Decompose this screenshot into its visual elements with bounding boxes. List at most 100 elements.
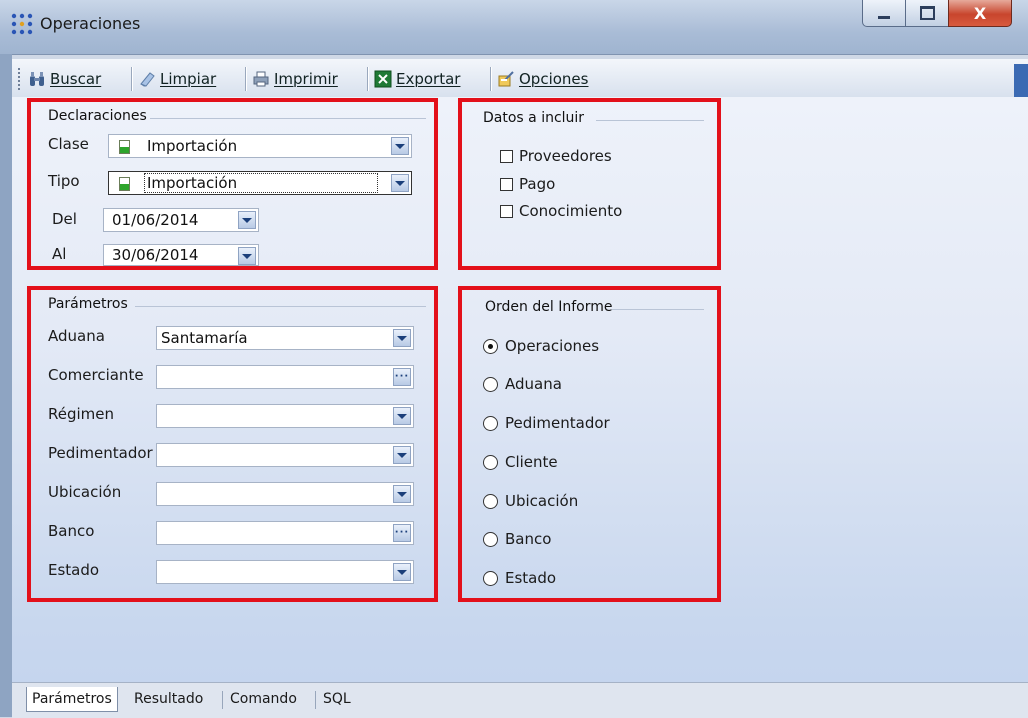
del-label: Del <box>52 210 77 228</box>
radio-unselected <box>483 376 498 392</box>
tipo-combobox[interactable]: Importación <box>108 171 412 195</box>
maximize-button[interactable] <box>905 0 949 27</box>
orden-ubicacion-label: Ubicación <box>505 492 579 510</box>
toolbar-separator <box>245 67 247 91</box>
declaraciones-title: Declaraciones <box>48 108 147 124</box>
comerciante-field[interactable]: ··· <box>156 365 414 389</box>
clase-label: Clase <box>48 135 89 153</box>
al-date-picker[interactable]: 30/06/2014 <box>103 244 259 266</box>
del-date-picker[interactable]: 01/06/2014 <box>103 208 259 232</box>
del-dropdown-button[interactable] <box>238 211 256 229</box>
export-button[interactable]: Exportar <box>374 68 460 90</box>
aduana-combobox[interactable]: Santamaría <box>156 326 414 350</box>
pago-checkbox[interactable]: Pago <box>500 175 555 193</box>
comerciante-label: Comerciante <box>48 366 144 384</box>
toolbar-separator <box>490 67 492 91</box>
orden-estado-label: Estado <box>505 569 557 587</box>
orden-aduana-label: Aduana <box>505 375 562 393</box>
regimen-dropdown-button[interactable] <box>393 407 411 425</box>
tipo-dropdown-button[interactable] <box>391 174 409 192</box>
chevron-down-icon <box>397 569 407 575</box>
tab-comando[interactable]: Comando <box>225 687 302 711</box>
ubicacion-combobox[interactable] <box>156 482 414 506</box>
orden-informe-title: Orden del Informe <box>485 299 613 315</box>
tab-resultado-label: Resultado <box>134 691 204 707</box>
clear-button[interactable]: Limpiar <box>138 68 216 90</box>
banco-field[interactable]: ··· <box>156 521 414 545</box>
regimen-label: Régimen <box>48 405 115 423</box>
group-divider <box>612 309 704 310</box>
excel-icon <box>374 70 392 88</box>
comerciante-browse-button[interactable]: ··· <box>393 368 411 386</box>
tab-resultado[interactable]: Resultado <box>129 687 208 711</box>
group-divider <box>135 306 426 307</box>
minimize-button[interactable] <box>862 0 906 27</box>
toolbar-separator <box>131 67 133 91</box>
maximize-icon <box>919 6 935 20</box>
app-grid-icon <box>11 13 33 35</box>
orden-estado-radio[interactable]: Estado <box>483 569 556 587</box>
radio-unselected <box>483 415 498 431</box>
al-value: 30/06/2014 <box>112 246 199 264</box>
toolbar-grip[interactable] <box>18 68 23 90</box>
orden-ubicacion-radio[interactable]: Ubicación <box>483 492 578 510</box>
banco-browse-button[interactable]: ··· <box>393 524 411 542</box>
bottom-tab-bar: Parámetros Resultado Comando SQL <box>12 682 1028 718</box>
orden-pedimentador-radio[interactable]: Pedimentador <box>483 414 610 432</box>
chevron-down-icon <box>395 180 405 186</box>
orden-banco-label: Banco <box>505 530 552 548</box>
estado-label: Estado <box>48 561 100 579</box>
pago-label: Pago <box>519 175 556 193</box>
pedimentador-dropdown-button[interactable] <box>393 446 411 464</box>
options-button-label: Opciones <box>519 70 589 88</box>
proveedores-checkbox[interactable]: Proveedores <box>500 147 612 165</box>
search-button[interactable]: Buscar <box>28 68 101 90</box>
group-divider <box>596 120 704 121</box>
al-label: Al <box>52 245 67 263</box>
regimen-combobox[interactable] <box>156 404 414 428</box>
print-button-label: Imprimir <box>274 70 338 88</box>
ellipsis-icon: ··· <box>394 527 410 538</box>
radio-unselected <box>483 570 498 586</box>
toolbar-overflow-button[interactable] <box>1014 64 1028 100</box>
binoculars-icon <box>30 72 44 86</box>
tab-parametros[interactable]: Parámetros <box>26 687 118 712</box>
tab-sql[interactable]: SQL <box>318 687 356 711</box>
orden-cliente-radio[interactable]: Cliente <box>483 453 558 471</box>
pedimentador-label: Pedimentador <box>48 444 153 462</box>
orden-informe-highlight <box>458 286 721 602</box>
aduana-label: Aduana <box>48 327 105 345</box>
parametros-title: Parámetros <box>48 296 128 312</box>
checkbox-box <box>500 177 513 191</box>
clase-dropdown-button[interactable] <box>391 137 409 155</box>
chevron-down-icon <box>397 335 407 341</box>
title-bar: Operaciones X <box>0 0 1028 55</box>
options-button[interactable]: Opciones <box>497 68 588 90</box>
group-divider <box>150 118 426 119</box>
radio-unselected <box>483 454 498 470</box>
estado-combobox[interactable] <box>156 560 414 584</box>
toolbar-separator <box>367 67 369 91</box>
print-button[interactable]: Imprimir <box>252 68 338 90</box>
del-value: 01/06/2014 <box>112 211 199 229</box>
conocimiento-checkbox[interactable]: Conocimiento <box>500 202 622 220</box>
orden-aduana-radio[interactable]: Aduana <box>483 375 562 393</box>
al-dropdown-button[interactable] <box>238 247 256 265</box>
eraser-icon <box>140 72 155 87</box>
close-icon: X <box>973 3 987 23</box>
clase-combobox[interactable]: Importación <box>108 134 412 158</box>
proveedores-label: Proveedores <box>519 147 612 165</box>
search-button-label: Buscar <box>50 70 102 88</box>
close-button[interactable]: X <box>948 0 1012 27</box>
orden-operaciones-radio[interactable]: Operaciones <box>483 337 599 355</box>
minimize-icon <box>878 15 890 19</box>
ellipsis-icon: ··· <box>394 371 410 382</box>
orden-cliente-label: Cliente <box>505 453 558 471</box>
estado-dropdown-button[interactable] <box>393 563 411 581</box>
pedimentador-combobox[interactable] <box>156 443 414 467</box>
tab-parametros-label: Parámetros <box>32 691 112 707</box>
ubicacion-label: Ubicación <box>48 483 122 501</box>
orden-banco-radio[interactable]: Banco <box>483 530 551 548</box>
aduana-dropdown-button[interactable] <box>393 329 411 347</box>
ubicacion-dropdown-button[interactable] <box>393 485 411 503</box>
